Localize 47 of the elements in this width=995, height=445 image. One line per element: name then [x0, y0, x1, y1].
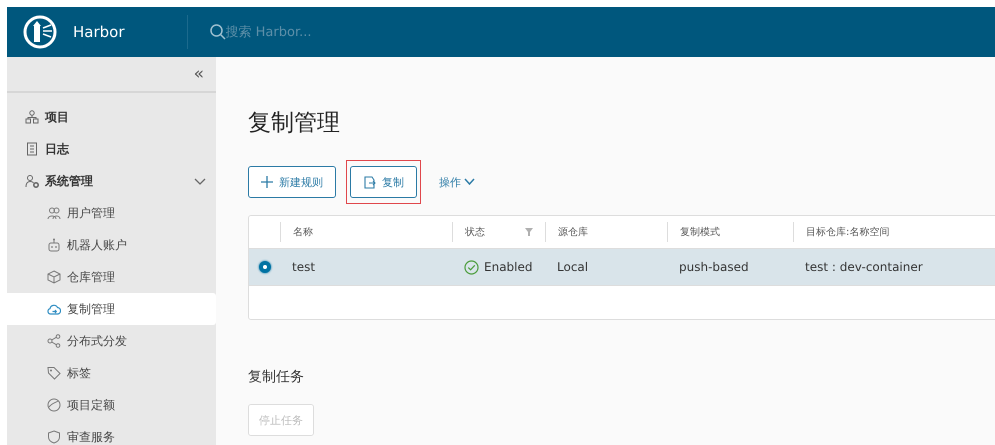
export-icon — [363, 176, 376, 188]
plus-icon — [261, 176, 273, 188]
column-header: 复制模式 — [680, 226, 720, 239]
sidebar-item[interactable]: 审查服务 — [7, 421, 216, 445]
sidebar-item[interactable]: 项目定额 — [7, 389, 216, 421]
column-header: 目标仓库:名称空间 — [806, 226, 890, 239]
table-row[interactable]: test Enabled Local push-based test : dev-container — [249, 249, 995, 286]
table-cell: test — [292, 260, 316, 274]
sidebar-item[interactable]: 标签 — [7, 357, 216, 389]
share-icon — [47, 334, 61, 348]
radio-button[interactable] — [259, 261, 271, 273]
cube-icon — [47, 270, 61, 284]
sidebar-item[interactable]: 复制管理 — [7, 293, 216, 325]
sidebar-item[interactable]: 系统管理 — [7, 165, 216, 197]
sidebar-item[interactable]: 分布式分发 — [7, 325, 216, 357]
table-cell: Enabled — [484, 260, 532, 274]
search-icon — [210, 24, 226, 40]
sidebar-item[interactable]: 机器人账户 — [7, 229, 216, 261]
sidebar-item[interactable]: 项目 — [7, 101, 216, 133]
sidebar-item[interactable]: 仓库管理 — [7, 261, 216, 293]
brand-name: Harbor — [73, 23, 125, 41]
logo-icon — [23, 15, 57, 49]
tag-icon — [47, 366, 61, 380]
robot-icon — [47, 238, 61, 252]
section-title: 复制任务 — [248, 368, 305, 386]
caret-icon — [464, 178, 475, 186]
user-gear-icon — [25, 174, 39, 188]
table-cell: test : dev-container — [805, 260, 923, 274]
column-header: 名称 — [293, 226, 313, 239]
collapse-button[interactable]: « — [192, 64, 206, 84]
gauge-icon — [47, 398, 61, 412]
sidebar-item[interactable]: 用户管理 — [7, 197, 216, 229]
document-icon — [25, 142, 39, 156]
projects-icon — [25, 110, 39, 124]
shield-icon — [47, 430, 61, 444]
table-cell: Local — [557, 260, 588, 274]
table-cell: push-based — [679, 260, 749, 274]
copy-button[interactable]: 复制 — [350, 166, 417, 198]
column-header: 状态 — [465, 226, 485, 239]
actions-dropdown[interactable]: 操作 — [431, 174, 483, 190]
users-icon — [47, 206, 61, 220]
page-title: 复制管理 — [248, 109, 341, 138]
search-field[interactable]: 搜索 Harbor... — [210, 24, 406, 40]
new-rule-button[interactable]: 新建规则 — [248, 166, 336, 198]
sidebar-item[interactable]: 日志 — [7, 133, 216, 165]
column-header: 源仓库 — [558, 226, 588, 239]
cloud-icon — [47, 302, 61, 316]
